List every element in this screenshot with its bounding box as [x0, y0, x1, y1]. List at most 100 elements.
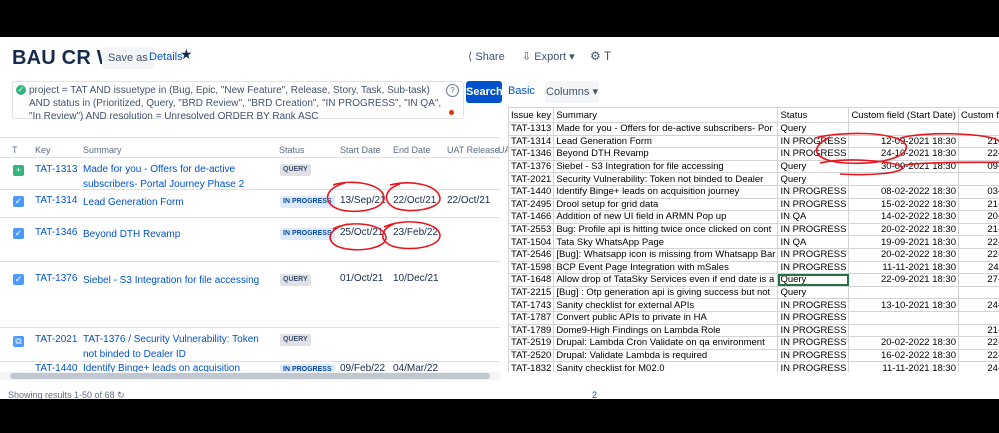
- excel-cell[interactable]: Identify Binge+ leads on acquisition jou…: [553, 184, 779, 199]
- excel-cell[interactable]: IN QA: [777, 210, 850, 224]
- excel-cell[interactable]: [957, 122, 999, 136]
- issue-key-link[interactable]: TAT-2021: [35, 334, 77, 345]
- excel-cell[interactable]: Sanity checklist for external APIs: [553, 298, 779, 312]
- excel-cell[interactable]: IN PROGRESS: [777, 134, 850, 149]
- excel-cell[interactable]: [957, 172, 999, 186]
- tools-button[interactable]: ⚙ T: [590, 49, 611, 63]
- excel-cell[interactable]: [Bug]: Whatsapp icon is missing from Wha…: [553, 247, 779, 262]
- excel-cell[interactable]: Security Vulnerability: Token not binded…: [553, 172, 779, 186]
- issue-key-link[interactable]: TAT-1346: [35, 227, 77, 238]
- excel-header-cell[interactable]: Summary: [553, 107, 779, 123]
- issue-summary-link[interactable]: TAT-1376 / Security Vulnerability: Token…: [83, 332, 273, 362]
- issue-key-link[interactable]: TAT-1314: [35, 195, 77, 206]
- excel-cell[interactable]: Allow drop of TataSky Services even if e…: [553, 273, 779, 287]
- excel-cell[interactable]: 09-12-2021 18:30: [957, 159, 999, 174]
- excel-cell[interactable]: IN PROGRESS: [777, 184, 850, 199]
- excel-cell[interactable]: TAT-1313: [508, 122, 555, 136]
- excel-cell[interactable]: IN PROGRESS: [777, 361, 850, 372]
- excel-cell[interactable]: TAT-1743: [508, 298, 555, 312]
- excel-cell[interactable]: [Bug] : Otp generation api is giving suc…: [553, 285, 779, 300]
- issue-summary-link[interactable]: Lead Generation Form: [83, 195, 273, 210]
- col-header-end-date[interactable]: End Date: [393, 145, 431, 155]
- details-link[interactable]: Details: [149, 51, 183, 63]
- excel-cell[interactable]: TAT-1504: [508, 235, 555, 249]
- excel-cell[interactable]: 20-02-2022 18:30: [848, 222, 959, 237]
- excel-cell[interactable]: Addition of new UI field in ARMN Pop up: [553, 210, 779, 224]
- help-icon[interactable]: ?: [446, 84, 459, 97]
- issue-summary-link[interactable]: Made for you - Offers for de-active subs…: [83, 162, 273, 192]
- excel-cell[interactable]: TAT-1789: [508, 323, 555, 338]
- excel-cell[interactable]: TAT-1787: [508, 310, 555, 325]
- excel-cell[interactable]: 22-02-2022 18:30: [957, 336, 999, 350]
- excel-cell[interactable]: IN PROGRESS: [777, 348, 850, 363]
- excel-cell[interactable]: 12-09-2021 18:30: [848, 134, 959, 149]
- excel-cell[interactable]: [848, 310, 959, 325]
- excel-cell[interactable]: TAT-2520: [508, 348, 555, 363]
- scrollbar-thumb[interactable]: [10, 373, 490, 379]
- excel-cell[interactable]: Dome9-High Findings on Lambda Role: [553, 323, 779, 338]
- excel-cell[interactable]: IN QA: [777, 235, 850, 249]
- excel-cell[interactable]: 08-02-2022 18:30: [848, 184, 959, 199]
- excel-cell[interactable]: Query: [777, 285, 850, 300]
- excel-cell[interactable]: Query: [777, 172, 850, 186]
- excel-cell[interactable]: 22-02-2022 18:30: [957, 247, 999, 262]
- excel-cell[interactable]: [957, 310, 999, 325]
- excel-cell[interactable]: TAT-2021: [508, 172, 555, 186]
- excel-cell[interactable]: 14-02-2022 18:30: [848, 210, 959, 224]
- excel-cell[interactable]: IN PROGRESS: [777, 298, 850, 312]
- excel-cell[interactable]: IN PROGRESS: [777, 147, 850, 161]
- issue-key-link[interactable]: TAT-1376: [35, 273, 77, 284]
- col-header-key[interactable]: Key: [35, 145, 51, 155]
- excel-cell[interactable]: 22-09-2021 18:30: [848, 273, 959, 287]
- col-header-uat-release[interactable]: UAT Release: [447, 145, 500, 155]
- excel-cell[interactable]: Drool setup for grid data: [553, 197, 779, 212]
- excel-cell[interactable]: Beyond DTH Revamp: [553, 147, 779, 161]
- excel-cell[interactable]: 21-02-2022 18:30: [957, 323, 999, 338]
- excel-cell[interactable]: 20-02-2022 18:30: [957, 210, 999, 224]
- issue-key-link[interactable]: TAT-1440: [35, 363, 77, 372]
- excel-cell[interactable]: 21-02-2022 18:30: [957, 197, 999, 212]
- issue-summary-link[interactable]: Beyond DTH Revamp: [83, 227, 273, 242]
- excel-cell[interactable]: 20-02-2022 18:30: [848, 336, 959, 350]
- excel-cell[interactable]: Tata Sky WhatsApp Page: [553, 235, 779, 249]
- excel-cell[interactable]: Query: [777, 273, 850, 287]
- horizontal-scrollbar[interactable]: [0, 372, 500, 380]
- excel-cell[interactable]: TAT-2553: [508, 222, 555, 237]
- excel-cell[interactable]: Drupal: Validate Lambda is required: [553, 348, 779, 363]
- excel-cell[interactable]: IN PROGRESS: [777, 336, 850, 350]
- col-header-status[interactable]: Status: [279, 145, 305, 155]
- col-header-start-date[interactable]: Start Date: [340, 145, 381, 155]
- excel-cell[interactable]: 24-10-2021 18:30: [848, 147, 959, 161]
- excel-cell[interactable]: 22-02-2022 18:30: [957, 348, 999, 363]
- excel-cell[interactable]: 03-03-2022 18:30: [957, 184, 999, 199]
- jql-input[interactable]: ✓ project = TAT AND issuetype in (Bug, E…: [12, 81, 464, 122]
- basic-link[interactable]: Basic: [508, 85, 535, 97]
- excel-cell[interactable]: TAT-2519: [508, 336, 555, 350]
- excel-cell[interactable]: TAT-1440: [508, 184, 555, 199]
- excel-cell[interactable]: 21-10-2021 18:30: [957, 134, 999, 149]
- excel-cell[interactable]: IN PROGRESS: [777, 260, 850, 275]
- excel-cell[interactable]: [848, 172, 959, 186]
- excel-cell[interactable]: TAT-1346: [508, 147, 555, 161]
- excel-cell[interactable]: Convert public APIs to private in HA: [553, 310, 779, 325]
- excel-header-cell[interactable]: Status: [777, 107, 850, 123]
- excel-cell[interactable]: TAT-1314: [508, 134, 555, 149]
- excel-cell[interactable]: 16-02-2022 18:30: [848, 348, 959, 363]
- excel-header-cell[interactable]: Custom field (End Date): [957, 107, 999, 123]
- excel-cell[interactable]: IN PROGRESS: [777, 197, 850, 212]
- excel-cell[interactable]: 21-02-2022 18:30: [957, 222, 999, 237]
- excel-cell[interactable]: 11-11-2021 18:30: [848, 361, 959, 372]
- excel-cell[interactable]: 15-02-2022 18:30: [848, 197, 959, 212]
- excel-cell[interactable]: [848, 122, 959, 136]
- refresh-icon[interactable]: ↻: [117, 390, 125, 399]
- excel-cell[interactable]: 24-02-2022 18:30: [957, 361, 999, 372]
- issue-summary-link[interactable]: Identify Binge+ leads on acquisition jou…: [83, 361, 273, 372]
- issue-summary-link[interactable]: Siebel - S3 Integration for file accessi…: [83, 273, 273, 288]
- excel-cell[interactable]: Query: [777, 159, 850, 174]
- excel-cell[interactable]: [848, 285, 959, 300]
- excel-cell[interactable]: TAT-2495: [508, 197, 555, 212]
- excel-cell[interactable]: TAT-1598: [508, 260, 555, 275]
- col-header-summary[interactable]: Summary: [83, 145, 122, 155]
- excel-cell[interactable]: 13-10-2021 18:30: [848, 298, 959, 312]
- search-button[interactable]: Search: [466, 81, 503, 103]
